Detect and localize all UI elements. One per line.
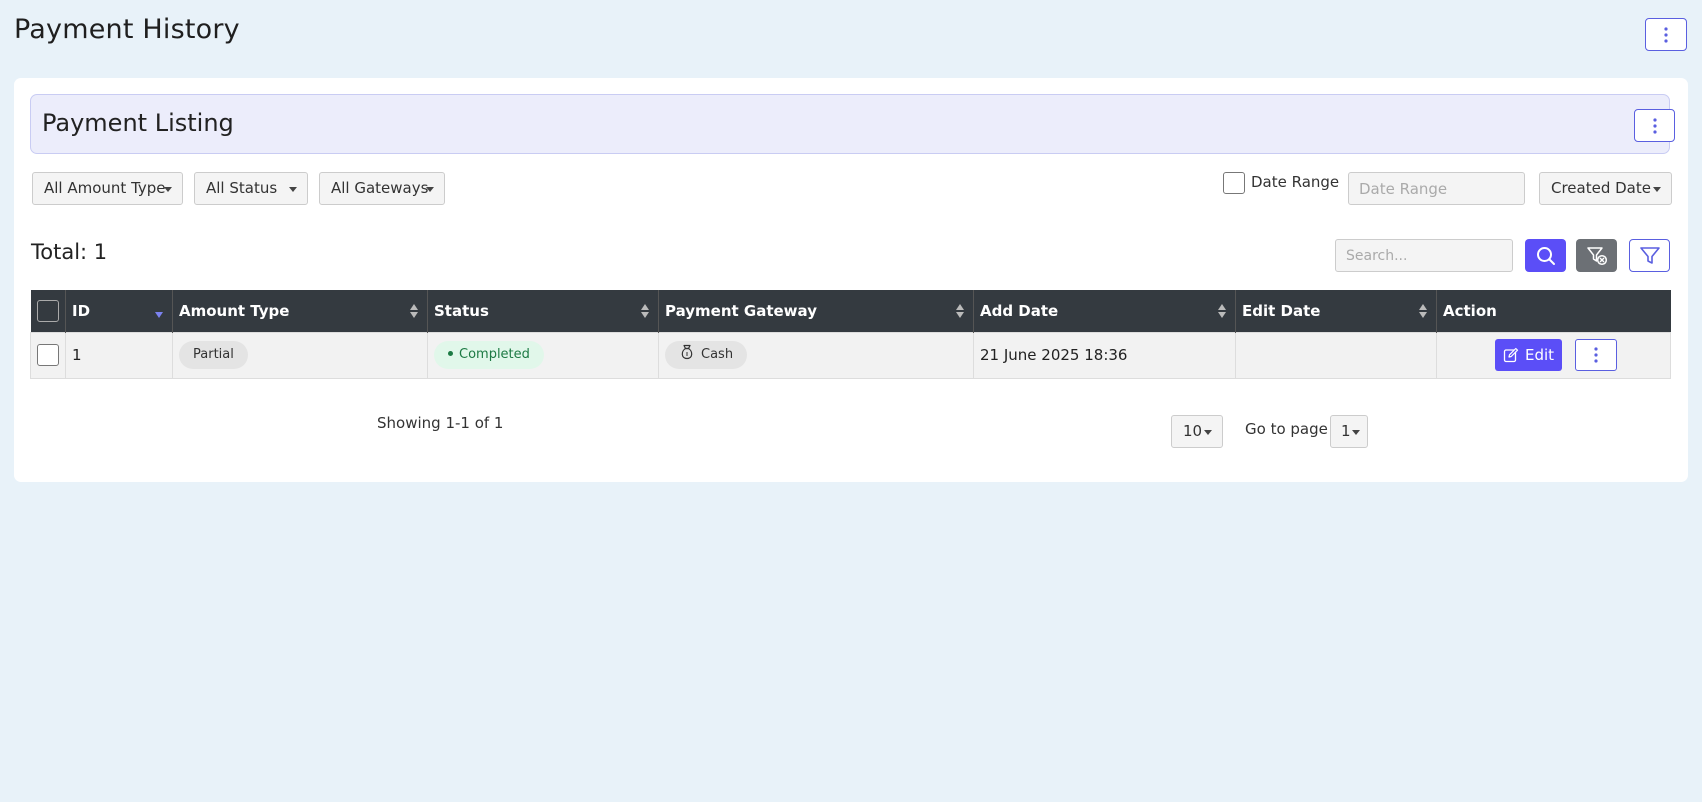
clear-filter-button[interactable]: [1576, 239, 1617, 272]
column-header-amount-type[interactable]: Amount Type: [172, 290, 428, 332]
sort-desc-icon: [155, 312, 163, 318]
sort-icon: [641, 304, 649, 318]
chevron-down-icon: [1204, 430, 1212, 435]
amount-type-badge: Partial: [179, 341, 248, 369]
money-bag-icon: [681, 344, 693, 360]
card-title: Payment Listing: [42, 109, 234, 137]
cell-amount-type: Partial: [172, 331, 428, 379]
page-size-value: 10: [1183, 422, 1203, 440]
status-badge-label: Completed: [459, 347, 530, 362]
column-label-payment-gateway: Payment Gateway: [665, 301, 817, 320]
date-range-checkbox[interactable]: [1223, 172, 1245, 194]
chevron-down-icon: [1352, 430, 1360, 435]
listing-options-button[interactable]: [1634, 109, 1675, 142]
chevron-down-icon: [426, 187, 434, 192]
table-row: 1 Partial Completed Cash 21 June 2025 18…: [30, 331, 1671, 379]
cell-action: Edit: [1436, 331, 1671, 379]
page-title: Payment History: [14, 14, 240, 45]
cell-status: Completed: [427, 331, 659, 379]
chevron-down-icon: [289, 187, 297, 192]
column-header-add-date[interactable]: Add Date: [973, 290, 1236, 332]
row-select-cell: [30, 331, 66, 379]
date-field-value: Created Date: [1551, 179, 1651, 197]
payments-table: ID Amount Type Status Payment Gateway Ad…: [30, 290, 1671, 379]
page-options-button[interactable]: [1645, 18, 1687, 51]
edit-button-label: Edit: [1525, 346, 1555, 364]
cell-payment-gateway: Cash: [658, 331, 974, 379]
gateway-badge-label: Cash: [701, 347, 734, 362]
pagination-summary: Showing 1-1 of 1: [377, 414, 504, 432]
kebab-icon: [1652, 117, 1657, 134]
column-label-id: ID: [72, 301, 91, 320]
row-checkbox[interactable]: [37, 344, 59, 366]
column-header-edit-date[interactable]: Edit Date: [1235, 290, 1437, 332]
status-filter-value: All Status: [206, 179, 278, 197]
chevron-down-icon: [1653, 187, 1661, 192]
cell-add-date: 21 June 2025 18:36: [973, 331, 1236, 379]
select-all-checkbox[interactable]: [36, 299, 59, 322]
sort-icon: [410, 304, 418, 318]
column-label-action: Action: [1443, 301, 1497, 320]
kebab-icon: [1664, 26, 1668, 43]
cell-edit-date: [1235, 331, 1437, 379]
sort-icon: [1218, 304, 1226, 318]
search-icon: [1536, 246, 1555, 265]
column-label-edit-date: Edit Date: [1242, 301, 1321, 320]
column-header-payment-gateway[interactable]: Payment Gateway: [658, 290, 974, 332]
row-options-button[interactable]: [1574, 339, 1617, 371]
filter-button[interactable]: [1629, 239, 1670, 272]
select-all-cell: [30, 290, 66, 332]
column-header-id[interactable]: ID: [65, 290, 173, 332]
total-count: Total: 1: [31, 240, 108, 264]
page-size-select[interactable]: 10: [1171, 415, 1223, 448]
column-header-action: Action: [1437, 290, 1671, 332]
edit-icon: [1503, 347, 1519, 363]
kebab-icon: [1594, 347, 1598, 363]
edit-button[interactable]: Edit: [1495, 339, 1563, 371]
date-range-input[interactable]: [1348, 172, 1525, 205]
amount-type-filter-value: All Amount Type: [44, 179, 166, 197]
chevron-down-icon: [164, 187, 172, 192]
search-button[interactable]: [1525, 239, 1566, 272]
goto-page-select[interactable]: 1: [1330, 415, 1368, 448]
goto-page-label: Go to page: [1245, 420, 1328, 438]
cell-id: 1: [65, 331, 173, 379]
goto-page-value: 1: [1341, 422, 1351, 440]
clear-filter-icon: [1586, 246, 1607, 265]
column-label-add-date: Add Date: [980, 301, 1059, 320]
date-field-select[interactable]: Created Date: [1539, 172, 1672, 205]
column-header-status[interactable]: Status: [427, 290, 659, 332]
payment-listing-card: Payment Listing All Amount Type All Stat…: [14, 78, 1688, 482]
status-dot-icon: [448, 351, 453, 356]
gateway-filter-value: All Gateways: [331, 179, 429, 197]
status-badge: Completed: [434, 341, 544, 369]
sort-icon: [1419, 304, 1427, 318]
column-label-amount-type: Amount Type: [179, 301, 290, 320]
date-range-label: Date Range: [1251, 173, 1340, 191]
status-filter[interactable]: All Status: [194, 172, 308, 205]
table-header-row: ID Amount Type Status Payment Gateway Ad…: [30, 290, 1671, 332]
column-label-status: Status: [434, 301, 489, 320]
card-header: Payment Listing: [30, 94, 1675, 154]
amount-type-filter[interactable]: All Amount Type: [32, 172, 183, 205]
gateway-badge: Cash: [665, 341, 748, 369]
sort-icon: [956, 304, 964, 318]
filter-icon: [1639, 246, 1660, 264]
gateway-filter[interactable]: All Gateways: [319, 172, 445, 205]
search-input[interactable]: [1335, 239, 1513, 272]
